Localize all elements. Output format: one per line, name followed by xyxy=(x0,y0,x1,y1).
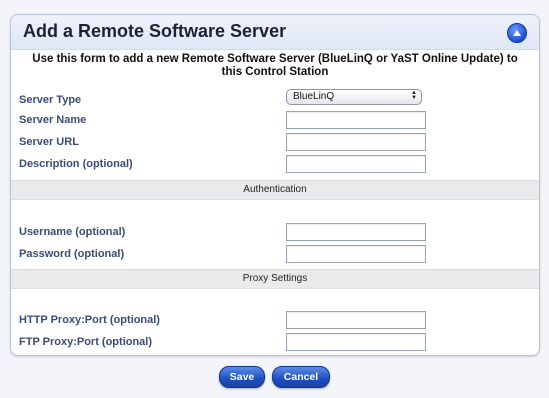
select-arrows-icon: ▲ ▼ xyxy=(411,90,417,101)
cancel-button[interactable]: Cancel xyxy=(272,366,330,388)
server-type-value: BlueLinQ xyxy=(293,91,335,102)
http-proxy-label: HTTP Proxy:Port (optional) xyxy=(19,314,160,326)
password-label: Password (optional) xyxy=(19,248,125,260)
panel-header: Add a Remote Software Server xyxy=(11,15,539,50)
http-proxy-input[interactable] xyxy=(286,311,426,329)
server-name-label: Server Name xyxy=(19,114,87,126)
collapse-button[interactable] xyxy=(507,23,527,43)
row-description: Description (optional) xyxy=(11,155,539,175)
server-type-label: Server Type xyxy=(19,94,82,106)
username-input[interactable] xyxy=(286,223,426,241)
add-server-panel: Add a Remote Software Server Use this fo… xyxy=(10,14,540,356)
password-input[interactable] xyxy=(286,245,426,263)
form-instructions: Use this form to add a new Remote Softwa… xyxy=(32,53,518,78)
proxy-section-header: Proxy Settings xyxy=(11,269,539,289)
ftp-proxy-label: FTP Proxy:Port (optional) xyxy=(19,336,153,348)
server-url-label: Server URL xyxy=(19,136,79,148)
ftp-proxy-input[interactable] xyxy=(286,333,426,351)
server-type-select[interactable]: BlueLinQ ▲ ▼ xyxy=(286,89,422,105)
row-server-name: Server Name xyxy=(11,111,539,131)
row-username: Username (optional) xyxy=(11,223,539,243)
username-label: Username (optional) xyxy=(19,226,126,238)
chevron-up-icon xyxy=(513,30,521,36)
page-title: Add a Remote Software Server xyxy=(23,21,287,41)
server-name-input[interactable] xyxy=(286,111,426,129)
server-url-input[interactable] xyxy=(286,133,426,151)
row-ftp-proxy: FTP Proxy:Port (optional) xyxy=(11,333,539,353)
description-label: Description (optional) xyxy=(19,158,133,170)
row-http-proxy: HTTP Proxy:Port (optional) xyxy=(11,311,539,331)
authentication-section-header: Authentication xyxy=(11,180,539,200)
save-button[interactable]: Save xyxy=(219,366,265,388)
row-server-url: Server URL xyxy=(11,133,539,153)
row-server-type: Server Type BlueLinQ ▲ ▼ xyxy=(11,89,539,111)
row-password: Password (optional) xyxy=(11,245,539,265)
description-input[interactable] xyxy=(286,155,426,173)
